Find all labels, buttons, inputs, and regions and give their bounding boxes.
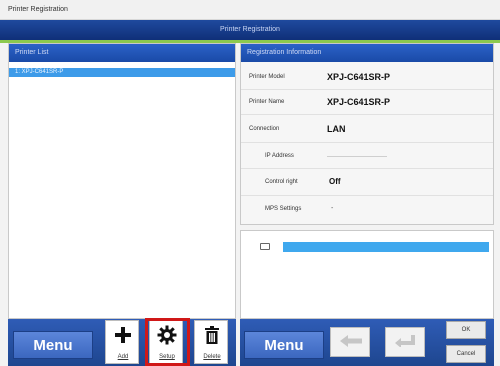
control-right-row: Control right Off xyxy=(241,169,493,196)
menu-button-left[interactable]: Menu xyxy=(13,331,93,359)
window-title: Printer Registration xyxy=(8,6,68,13)
back-button[interactable] xyxy=(330,327,370,357)
printer-list-header: Printer List xyxy=(9,44,235,62)
registration-info-panel: Registration Information Printer Model X… xyxy=(240,43,494,225)
registration-info-header: Registration Information xyxy=(241,44,493,62)
printer-registration-window: Printer Registration Printer Registratio… xyxy=(0,0,500,366)
printer-model-row: Printer Model XPJ-C641SR-P xyxy=(241,65,493,90)
ok-button[interactable]: OK xyxy=(446,321,486,339)
setup-highlight-box xyxy=(145,318,190,366)
ip-address-field xyxy=(327,156,387,157)
add-label: Add xyxy=(117,354,129,360)
menu-button-right[interactable]: Menu xyxy=(244,331,324,359)
delete-button[interactable]: Delete xyxy=(194,320,228,364)
message-bar xyxy=(283,242,489,252)
header-title: Printer Registration xyxy=(220,26,280,33)
ip-address-row: IP Address xyxy=(241,143,493,169)
connection-row: Connection LAN xyxy=(241,115,493,143)
ip-address-label: IP Address xyxy=(265,153,294,159)
printer-name-row: Printer Name XPJ-C641SR-P xyxy=(241,90,493,115)
control-right-value: Off xyxy=(329,177,341,186)
mps-settings-row: MPS Settings - xyxy=(241,196,493,224)
printer-name-label: Printer Name xyxy=(249,99,285,105)
right-toolbar: Menu OK Cancel xyxy=(240,319,494,366)
plus-icon xyxy=(106,323,140,347)
left-toolbar: Menu Add Setup Delete xyxy=(8,319,236,366)
return-arrow-icon xyxy=(395,335,415,347)
mps-settings-value: - xyxy=(331,205,334,212)
title-bar: Printer Registration xyxy=(0,0,500,20)
printer-name-value: XPJ-C641SR-P xyxy=(327,97,391,107)
control-right-label: Control right xyxy=(265,179,298,185)
add-button[interactable]: Add xyxy=(105,320,139,364)
cancel-button[interactable]: Cancel xyxy=(446,345,486,363)
message-panel xyxy=(240,230,494,319)
printer-list-panel: Printer List 1: XPJ-C641SR-P xyxy=(8,43,236,319)
registration-info-title: Registration Information xyxy=(247,49,322,56)
connection-label: Connection xyxy=(249,126,280,132)
info-icon xyxy=(260,243,270,250)
arrow-left-icon xyxy=(340,335,362,347)
connection-value: LAN xyxy=(327,124,346,134)
trash-icon xyxy=(195,323,229,347)
delete-label: Delete xyxy=(203,354,221,360)
next-button[interactable] xyxy=(385,327,425,357)
printer-model-value: XPJ-C641SR-P xyxy=(327,72,391,82)
mps-settings-label: MPS Settings xyxy=(265,206,302,212)
printer-list-item[interactable]: 1: XPJ-C641SR-P xyxy=(9,68,235,77)
printer-list-title: Printer List xyxy=(15,49,49,56)
printer-model-label: Printer Model xyxy=(249,74,285,80)
header-bar: Printer Registration xyxy=(0,20,500,40)
printer-list-item-label: 1: XPJ-C641SR-P xyxy=(15,69,64,75)
